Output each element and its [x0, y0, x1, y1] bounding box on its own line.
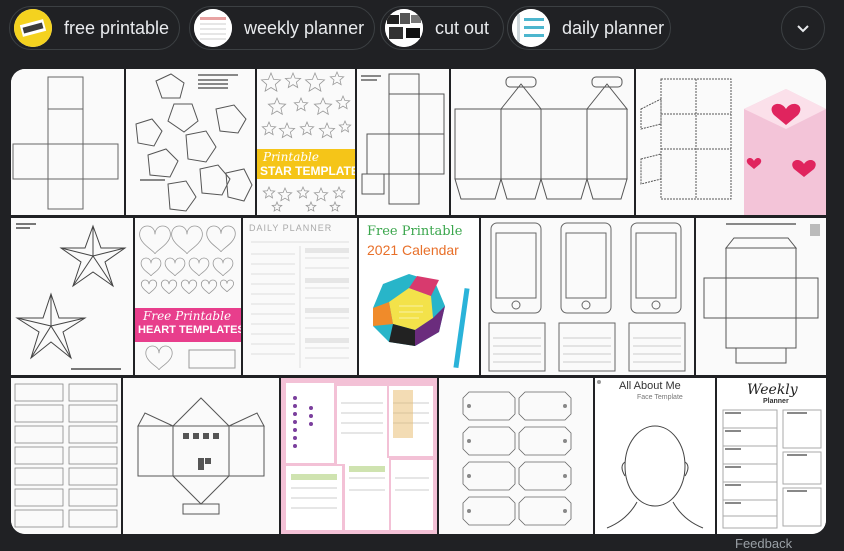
image-result-all-about-me[interactable]: All About Me Face Template: [595, 378, 715, 534]
daily-planner-thumbnail: [512, 9, 550, 47]
calendar-line2: 2021 Calendar: [367, 242, 459, 258]
image-result-phone-templates[interactable]: [481, 218, 694, 375]
image-result-tag-templates[interactable]: [439, 378, 593, 534]
heart-banner-line1: Free Printable: [143, 309, 232, 323]
chip-cut-out[interactable]: cut out: [380, 6, 504, 50]
image-result-daily-planner[interactable]: DAILY PLANNER: [243, 218, 357, 375]
about-me-title: All About Me: [619, 380, 681, 392]
image-results-grid: Printable STAR TEMPLATES Free: [11, 69, 826, 534]
chevron-down-icon: [797, 25, 809, 33]
star-banner-line2: STAR TEMPLATES: [260, 164, 355, 178]
daily-planner-title: DAILY PLANNER: [249, 223, 333, 233]
weekly-planner-subtitle: Planner: [763, 398, 789, 405]
calendar-line1: Free Printable: [367, 224, 462, 239]
calendar-line1-text: Free Printable: [367, 224, 463, 239]
chip-label: free printable: [64, 17, 170, 38]
tag-hole: [467, 439, 471, 443]
chip-free-printable[interactable]: free printable: [9, 6, 180, 50]
tag-hole: [467, 474, 471, 478]
chip-weekly-planner[interactable]: weekly planner: [189, 6, 375, 50]
tag-hole: [467, 509, 471, 513]
tag-hole: [563, 404, 567, 408]
tag-hole: [467, 404, 471, 408]
tag-hole: [563, 509, 567, 513]
chip-label: daily planner: [562, 17, 665, 38]
image-result-heart-box[interactable]: [636, 69, 826, 215]
image-result-gable-box-template[interactable]: [451, 69, 634, 215]
image-result-3d-star[interactable]: [11, 218, 133, 375]
about-me-subtitle: Face Template: [637, 394, 683, 401]
image-result-planner-pages[interactable]: [281, 378, 437, 534]
related-searches-bar: free printable weekly planner cut out da…: [9, 6, 835, 52]
image-result-rectangular-box[interactable]: [696, 218, 826, 375]
heart-banner-line2: HEART TEMPLATES: [138, 324, 241, 336]
image-result-labels[interactable]: [11, 378, 121, 534]
image-result-weekly-planner[interactable]: Weekly Planner: [717, 378, 826, 534]
image-result-star-templates[interactable]: Printable STAR TEMPLATES: [257, 69, 355, 215]
cut-out-thumbnail: [385, 9, 423, 47]
feedback-link[interactable]: Feedback: [735, 536, 792, 551]
image-result-heart-templates[interactable]: Free Printable HEART TEMPLATES: [135, 218, 241, 375]
show-more-button[interactable]: [781, 6, 825, 50]
star-banner-line1: Printable: [263, 150, 319, 164]
weekly-planner-title: Weekly: [747, 382, 798, 398]
image-result-cube-net[interactable]: [11, 69, 124, 215]
image-result-house-box[interactable]: [123, 378, 279, 534]
chip-label: weekly planner: [244, 17, 365, 38]
image-result-dodecahedron-net[interactable]: [126, 69, 255, 215]
chip-label: cut out: [435, 17, 490, 38]
chip-daily-planner[interactable]: daily planner: [507, 6, 671, 50]
free-printable-thumbnail: [14, 9, 52, 47]
weekly-planner-thumbnail: [194, 9, 232, 47]
tag-hole: [563, 439, 567, 443]
image-result-small-box-template[interactable]: [357, 69, 449, 215]
tag-hole: [563, 474, 567, 478]
image-result-2021-calendar[interactable]: Free Printable 2021 Calendar: [359, 218, 479, 375]
